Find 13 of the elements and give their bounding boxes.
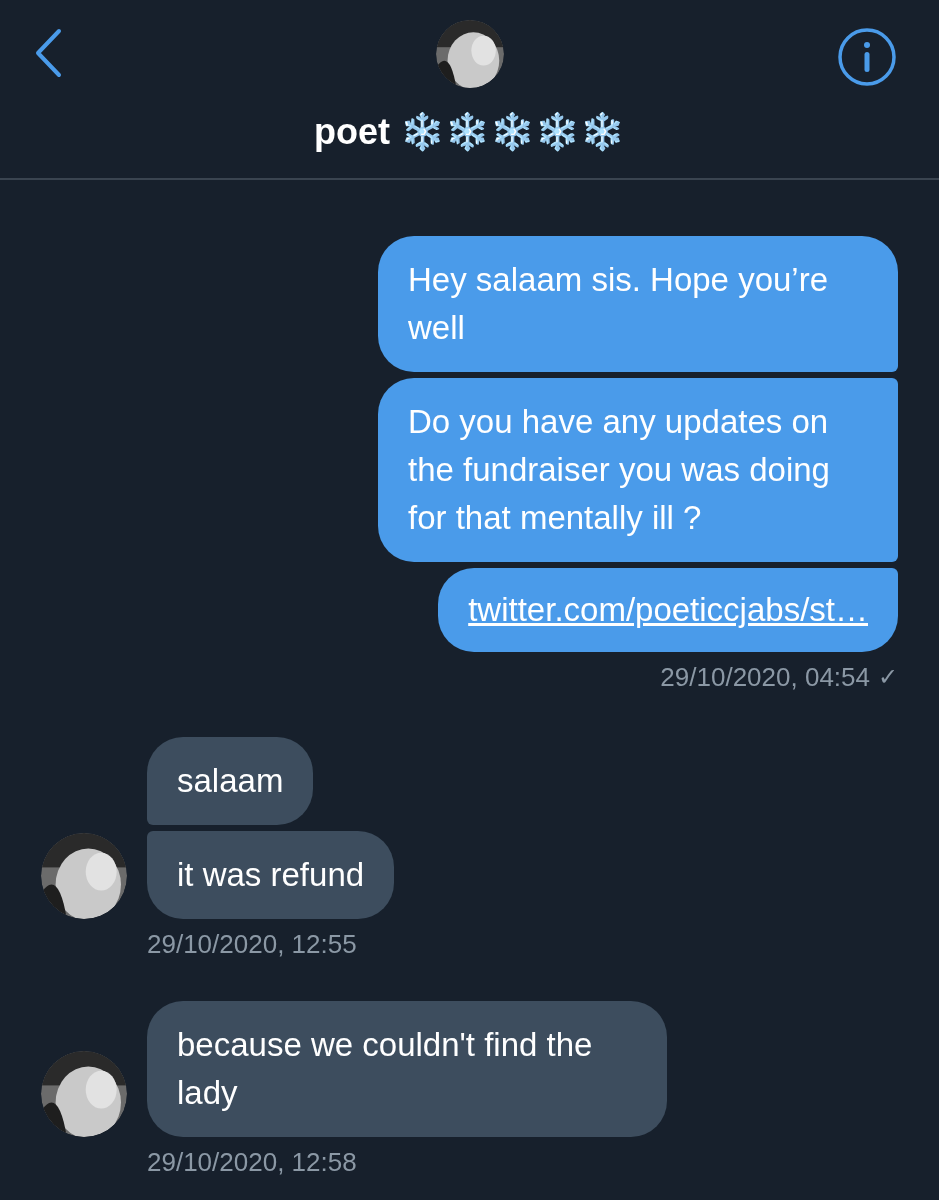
message-text: Do you have any updates on the fundraiser you was doing for that mentally ill ? — [408, 402, 831, 538]
sent-status: ✓ — [878, 662, 898, 692]
message-text: salaam — [177, 761, 284, 801]
info-icon[interactable] — [837, 27, 897, 87]
timestamp: 29/10/2020, 12:55 — [147, 929, 357, 959]
timestamp: 29/10/2020, 04:54 — [660, 662, 870, 692]
message-text: Hey salaam sis. Hope you’re well — [408, 260, 829, 348]
conversation-title: poet ❄❄❄❄❄ — [314, 110, 625, 154]
back-icon[interactable] — [34, 28, 62, 78]
message-text: it was refund — [177, 855, 365, 895]
message-link[interactable]: twitter.com/poeticcjabs/st… — [468, 591, 868, 628]
timestamp: 29/10/2020, 12:58 — [147, 1147, 357, 1177]
message-text: because we couldn't find the lady — [177, 1025, 594, 1113]
